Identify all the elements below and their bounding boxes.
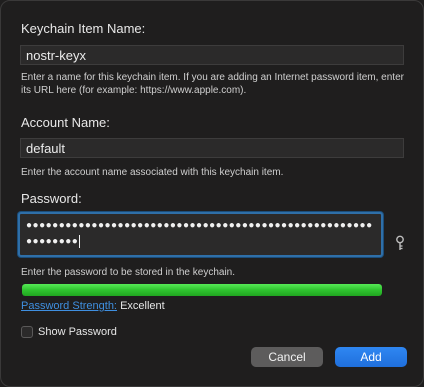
account-name-help: Enter the account name associated with t… bbox=[21, 167, 284, 178]
text-cursor bbox=[79, 234, 81, 248]
add-button[interactable]: Add bbox=[335, 347, 407, 367]
password-label: Password: bbox=[21, 191, 82, 206]
account-name-label: Account Name: bbox=[21, 115, 110, 130]
password-strength-value: Excellent bbox=[120, 300, 165, 312]
password-strength-fill bbox=[22, 284, 382, 296]
show-password-row[interactable]: Show Password bbox=[21, 326, 117, 338]
password-help: Enter the password to be stored in the k… bbox=[21, 267, 236, 278]
show-password-label: Show Password bbox=[38, 326, 117, 338]
password-dots: ●●●●●●●●●●●●●●●●●●●●●●●●●●●●●●●●●●●●●●●●… bbox=[26, 220, 373, 247]
item-name-field[interactable]: nostr-keyx bbox=[20, 45, 404, 65]
account-name-field[interactable]: default bbox=[20, 138, 404, 158]
item-name-label: Keychain Item Name: bbox=[21, 21, 146, 36]
password-strength-row: Password Strength: Excellent bbox=[21, 300, 165, 312]
key-icon[interactable] bbox=[393, 235, 407, 251]
cancel-button[interactable]: Cancel bbox=[251, 347, 323, 367]
keychain-item-dialog: Keychain Item Name: nostr-keyx Enter a n… bbox=[0, 0, 424, 387]
show-password-checkbox[interactable] bbox=[21, 326, 33, 338]
item-name-help: Enter a name for this keychain item. If … bbox=[21, 72, 404, 96]
password-strength-meter bbox=[22, 284, 382, 296]
password-strength-link[interactable]: Password Strength: bbox=[21, 300, 117, 312]
password-field[interactable]: ●●●●●●●●●●●●●●●●●●●●●●●●●●●●●●●●●●●●●●●●… bbox=[18, 212, 383, 257]
